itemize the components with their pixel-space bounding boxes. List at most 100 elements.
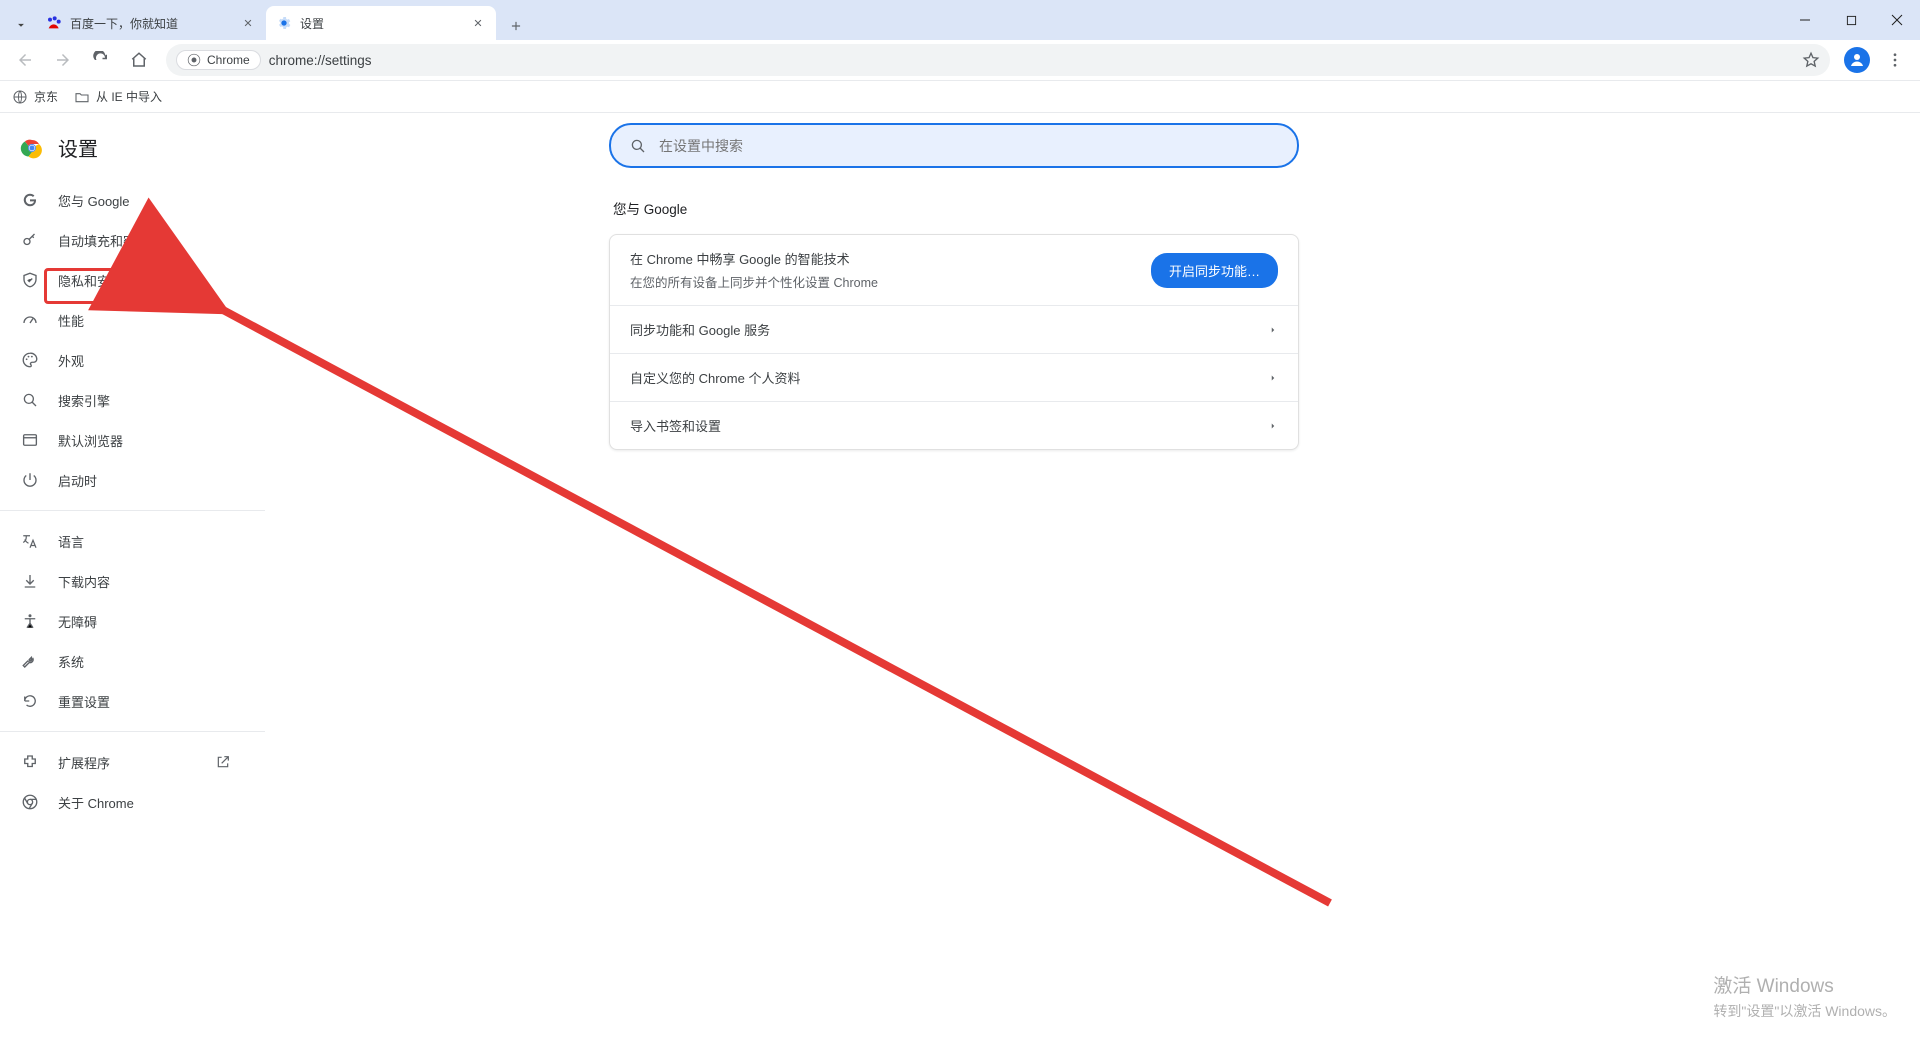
external-link-icon	[215, 754, 231, 770]
download-icon	[20, 571, 40, 591]
row-label: 同步功能和 Google 服务	[630, 320, 770, 339]
star-icon	[1802, 51, 1820, 69]
sidebar-item-label: 关于 Chrome	[58, 793, 134, 812]
sidebar-item-downloads[interactable]: 下载内容	[0, 561, 251, 601]
chrome-logo-icon	[20, 136, 44, 160]
sidebar-item-search-engine[interactable]: 搜索引擎	[0, 380, 251, 420]
close-tab-button[interactable]	[470, 15, 486, 31]
forward-button[interactable]	[46, 43, 80, 77]
site-chip[interactable]: Chrome	[176, 50, 261, 70]
shield-icon	[20, 270, 40, 290]
settings-favicon-icon	[276, 15, 292, 31]
sidebar-item-label: 启动时	[58, 471, 97, 490]
profile-button[interactable]	[1840, 43, 1874, 77]
sidebar-item-label: 系统	[58, 652, 84, 671]
watermark-title: 激活 Windows	[1713, 973, 1896, 1002]
kebab-menu-button[interactable]	[1878, 43, 1912, 77]
palette-icon	[20, 350, 40, 370]
sidebar-item-extensions[interactable]: 扩展程序	[0, 742, 251, 782]
new-tab-button[interactable]	[502, 12, 530, 40]
arrow-right-icon	[54, 51, 72, 69]
window-icon	[20, 430, 40, 450]
sync-promo-row: 在 Chrome 中畅享 Google 的智能技术 在您的所有设备上同步并个性化…	[610, 235, 1298, 305]
bookmark-label: 从 IE 中导入	[96, 88, 162, 105]
close-window-button[interactable]	[1874, 0, 1920, 40]
home-icon	[130, 51, 148, 69]
bookmarks-bar: 京东 从 IE 中导入	[0, 81, 1920, 113]
window-controls	[1782, 0, 1920, 40]
chevron-down-icon	[14, 18, 28, 32]
sidebar-item-label: 隐私和安全	[58, 271, 123, 290]
maximize-button[interactable]	[1828, 0, 1874, 40]
turn-on-sync-button[interactable]: 开启同步功能…	[1151, 253, 1278, 288]
power-icon	[20, 470, 40, 490]
sync-promo-title: 在 Chrome 中畅享 Google 的智能技术	[630, 249, 878, 268]
sidebar-item-performance[interactable]: 性能	[0, 300, 251, 340]
minimize-button[interactable]	[1782, 0, 1828, 40]
sidebar-item-system[interactable]: 系统	[0, 641, 251, 681]
sync-services-row[interactable]: 同步功能和 Google 服务	[610, 305, 1298, 353]
accessibility-icon	[20, 611, 40, 631]
back-button[interactable]	[8, 43, 42, 77]
customize-profile-row[interactable]: 自定义您的 Chrome 个人资料	[610, 353, 1298, 401]
sidebar-item-label: 自动填充和密码	[58, 231, 149, 250]
extension-icon	[20, 752, 40, 772]
sidebar-item-about-chrome[interactable]: 关于 Chrome	[0, 782, 251, 822]
sidebar-item-reset[interactable]: 重置设置	[0, 681, 251, 721]
chrome-icon	[187, 53, 201, 67]
sync-promo-subtitle: 在您的所有设备上同步并个性化设置 Chrome	[630, 272, 878, 291]
sidebar-header: 设置	[0, 127, 265, 180]
bookmark-star-button[interactable]	[1796, 45, 1826, 75]
sidebar-item-label: 搜索引擎	[58, 391, 110, 410]
globe-icon	[12, 89, 28, 105]
browser-toolbar: Chrome chrome://settings	[0, 40, 1920, 81]
baidu-favicon-icon	[46, 15, 62, 31]
sidebar-item-label: 您与 Google	[58, 191, 130, 210]
translate-icon	[20, 531, 40, 551]
avatar-icon	[1844, 47, 1870, 73]
chevron-right-icon	[1268, 325, 1278, 335]
chip-label: Chrome	[207, 53, 250, 67]
reload-icon	[92, 51, 110, 69]
sidebar-item-default-browser[interactable]: 默认浏览器	[0, 420, 251, 460]
sidebar-item-appearance[interactable]: 外观	[0, 340, 251, 380]
sidebar-item-label: 下载内容	[58, 572, 110, 591]
sidebar-item-accessibility[interactable]: 无障碍	[0, 601, 251, 641]
bookmark-jd[interactable]: 京东	[12, 88, 58, 105]
sidebar-item-on-startup[interactable]: 启动时	[0, 460, 251, 500]
row-label: 导入书签和设置	[630, 416, 721, 435]
maximize-icon	[1846, 15, 1857, 26]
tabs-dropdown-button[interactable]	[6, 10, 36, 40]
sidebar-item-privacy[interactable]: 隐私和安全	[0, 260, 251, 300]
sidebar-item-languages[interactable]: 语言	[0, 521, 251, 561]
settings-search-input[interactable]	[659, 138, 1279, 154]
section-title: 您与 Google	[613, 198, 1299, 218]
bookmark-ie-import[interactable]: 从 IE 中导入	[74, 88, 162, 105]
wrench-icon	[20, 651, 40, 671]
sidebar-item-you-and-google[interactable]: 您与 Google	[0, 180, 251, 220]
sidebar-item-autofill[interactable]: 自动填充和密码	[0, 220, 251, 260]
sidebar-item-label: 默认浏览器	[58, 431, 123, 450]
home-button[interactable]	[122, 43, 156, 77]
row-label: 自定义您的 Chrome 个人资料	[630, 368, 800, 387]
reload-button[interactable]	[84, 43, 118, 77]
minimize-icon	[1799, 14, 1811, 26]
settings-search-box[interactable]	[609, 123, 1299, 168]
browser-tab-baidu[interactable]: 百度一下，你就知道	[36, 6, 266, 40]
watermark-subtitle: 转到"设置"以激活 Windows。	[1713, 1001, 1896, 1022]
tab-strip: 百度一下，你就知道 设置	[0, 0, 1920, 40]
sidebar-item-label: 重置设置	[58, 692, 110, 711]
sidebar-item-label: 扩展程序	[58, 753, 110, 772]
search-icon	[629, 137, 647, 155]
browser-tab-settings[interactable]: 设置	[266, 6, 496, 40]
close-icon	[243, 18, 253, 28]
import-bookmarks-row[interactable]: 导入书签和设置	[610, 401, 1298, 449]
google-icon	[20, 190, 40, 210]
key-icon	[20, 230, 40, 250]
omnibox[interactable]: Chrome chrome://settings	[166, 44, 1830, 76]
chevron-right-icon	[1268, 373, 1278, 383]
tab-title: 百度一下，你就知道	[70, 15, 232, 32]
kebab-icon	[1886, 51, 1904, 69]
sidebar-item-label: 语言	[58, 532, 84, 551]
close-tab-button[interactable]	[240, 15, 256, 31]
